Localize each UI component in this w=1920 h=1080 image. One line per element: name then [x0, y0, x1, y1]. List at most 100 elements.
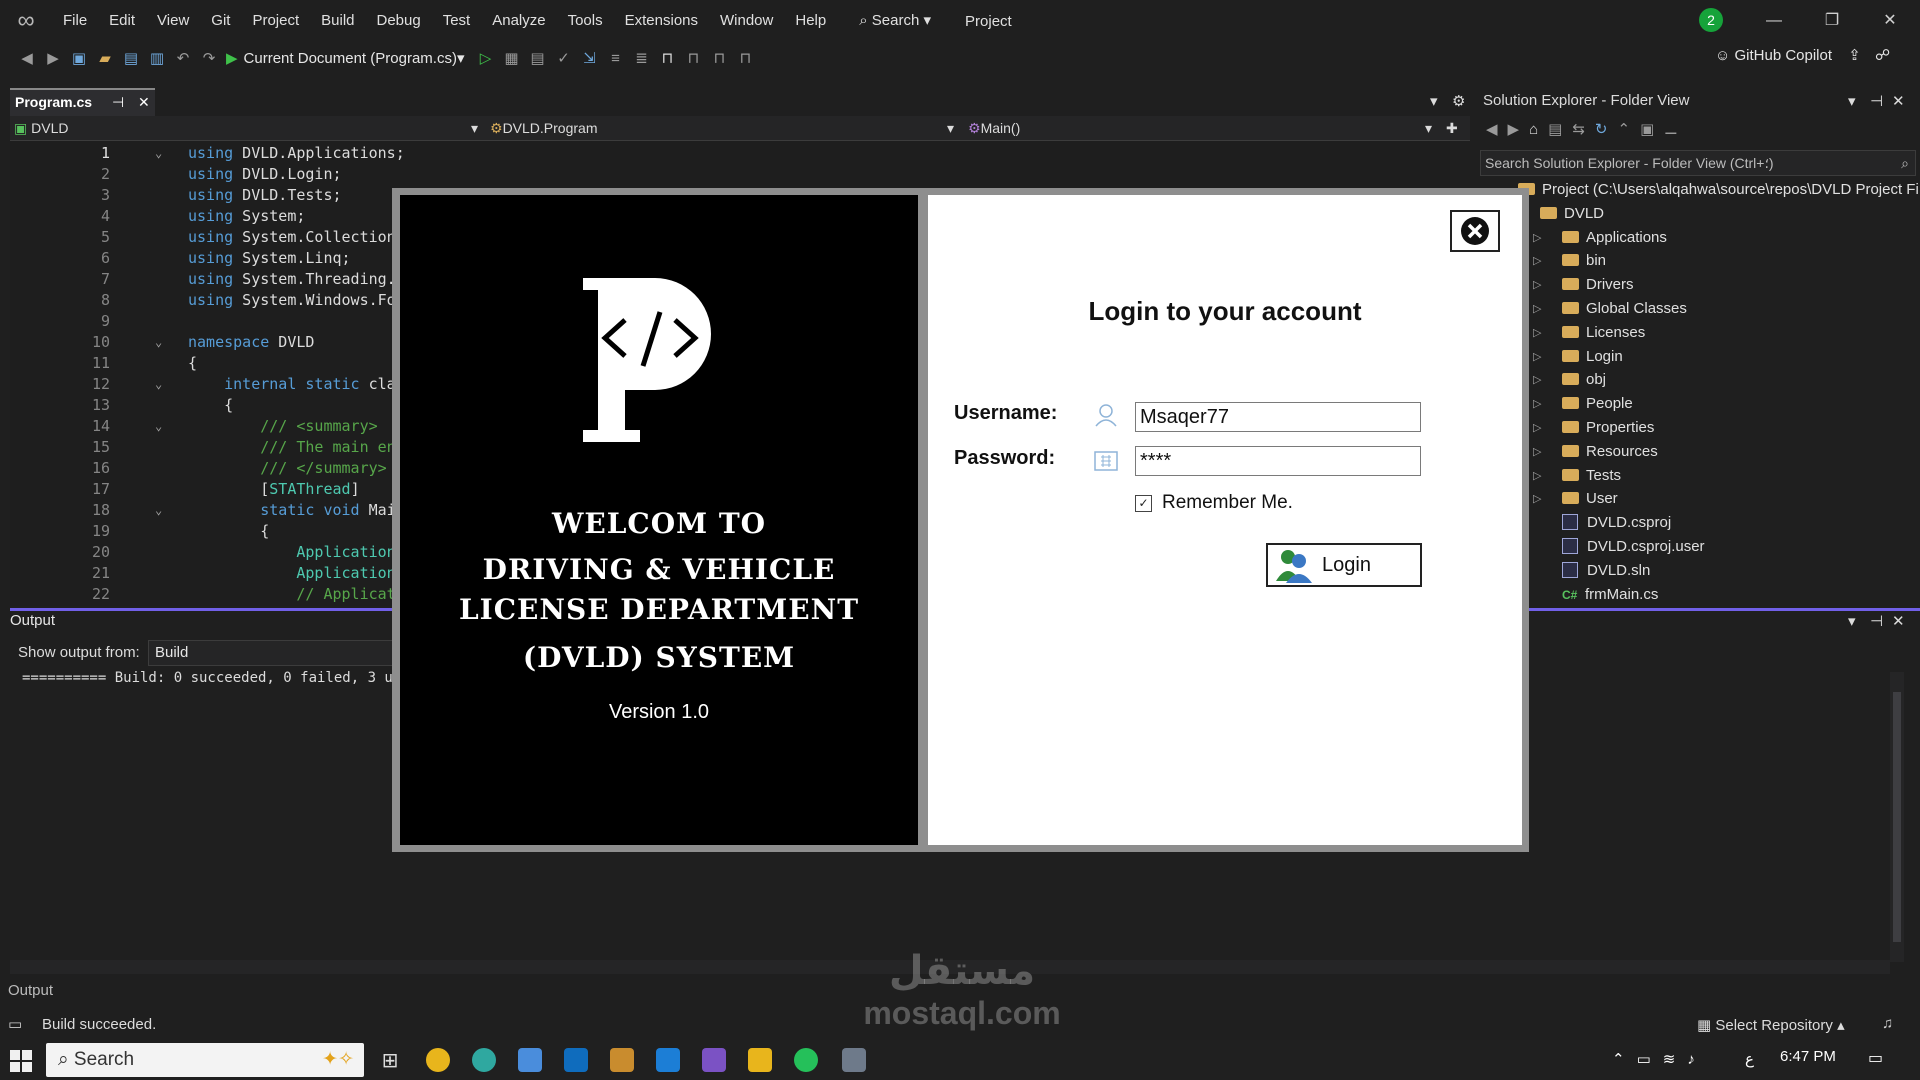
clear-bookmark-icon[interactable]: ⊓ [732, 49, 758, 67]
store-icon[interactable] [518, 1048, 542, 1072]
spell-check-icon[interactable]: ✓ [550, 49, 576, 67]
panel-pin-icon[interactable]: ⊣ [1870, 92, 1883, 110]
visual-studio-icon[interactable] [702, 1048, 726, 1072]
volume-icon[interactable]: ♪ [1687, 1051, 1707, 1068]
input-language[interactable]: ع [1745, 1050, 1754, 1068]
redo-icon[interactable]: ↷ [196, 49, 222, 67]
menu-analyze[interactable]: Analyze [481, 0, 556, 42]
tree-folder[interactable]: obj [1562, 368, 1606, 391]
sync-icon[interactable]: ⇆ [1572, 121, 1595, 138]
username-input[interactable]: Msaqer77 [1135, 402, 1421, 432]
tree-folder[interactable]: People [1562, 392, 1633, 415]
collapse-all-icon[interactable]: ⌃ [1618, 121, 1641, 138]
back-icon[interactable]: ◀ [1486, 121, 1508, 138]
tree-file[interactable]: DVLD.sln [1562, 559, 1650, 582]
whatsapp-icon[interactable] [794, 1048, 818, 1072]
menu-git[interactable]: Git [200, 0, 241, 42]
select-repository-button[interactable]: ▦ Select Repository ▴ [1697, 1016, 1845, 1034]
expand-arrow-icon[interactable]: ▷ [1533, 278, 1541, 291]
menu-window[interactable]: Window [709, 0, 784, 42]
refresh-icon[interactable]: ↻ [1595, 121, 1618, 138]
minimize-icon[interactable]: — [1745, 0, 1803, 42]
output-vertical-scrollbar[interactable] [1890, 672, 1904, 962]
expand-arrow-icon[interactable]: ▷ [1533, 231, 1541, 244]
tree-folder[interactable]: User [1562, 487, 1618, 510]
menu-extensions[interactable]: Extensions [614, 0, 709, 42]
class-dropdown[interactable]: ⚙DVLD.Program ▾ [490, 116, 960, 140]
pin-tab-icon[interactable]: ⊣ [112, 94, 124, 110]
login-button[interactable]: Login [1266, 543, 1422, 587]
expand-arrow-icon[interactable]: ▷ [1533, 492, 1541, 505]
taskbar-clock[interactable]: 6:47 PM [1780, 1048, 1836, 1065]
tree-file[interactable]: DVLD.csproj [1562, 511, 1671, 534]
member-dropdown[interactable]: ⚙Main() ▾ [968, 116, 1438, 140]
expand-arrow-icon[interactable]: ▷ [1533, 326, 1541, 339]
account-badge[interactable]: 2 [1699, 8, 1723, 32]
share-icon[interactable]: ⇪ [1848, 47, 1861, 64]
uncomment-icon[interactable]: ≣ [628, 49, 654, 67]
code-line[interactable]: 1 ⌄ using DVLD.Applications; [10, 143, 1450, 164]
remember-me-checkbox[interactable]: ✓ Remember Me. [1135, 492, 1293, 514]
fold-chevron-icon[interactable]: ⌄ [155, 374, 162, 395]
menu-help[interactable]: Help [784, 0, 837, 42]
taskbar-search-box[interactable]: ⌕ Search ✦✧ [46, 1043, 364, 1077]
expand-arrow-icon[interactable]: ▷ [1533, 350, 1541, 363]
start-debugging-button[interactable]: ▶ Current Document (Program.cs) ▾ [226, 49, 464, 68]
menu-debug[interactable]: Debug [366, 0, 432, 42]
fold-chevron-icon[interactable]: ⌄ [155, 143, 162, 164]
tree-folder[interactable]: bin [1562, 249, 1606, 272]
forward-icon[interactable]: ▶ [1508, 121, 1530, 138]
dvld-app-icon[interactable] [842, 1048, 866, 1072]
tree-root-project[interactable]: Project (C:\Users\alqahwa\source\repos\D… [1518, 178, 1919, 201]
scrollbar-thumb[interactable] [1893, 692, 1901, 942]
prev-bookmark-icon[interactable]: ⊓ [680, 49, 706, 67]
menu-test[interactable]: Test [432, 0, 482, 42]
expand-arrow-icon[interactable]: ▷ [1533, 302, 1541, 315]
properties-icon[interactable]: ⚊ [1664, 121, 1687, 138]
tree-file[interactable]: DVLD.csproj.user [1562, 535, 1705, 558]
checkbox-check-icon[interactable]: ✓ [1135, 494, 1152, 512]
solution-explorer-toolbar[interactable]: ◀▶⌂▤⇆↻⌃▣⚊ [1486, 120, 1688, 138]
menu-build[interactable]: Build [310, 0, 365, 42]
system-tray[interactable]: ⌃▭≋♪ [1612, 1050, 1707, 1068]
menu-view[interactable]: View [146, 0, 200, 42]
expand-arrow-icon[interactable]: ▷ [1533, 373, 1541, 386]
save-icon[interactable]: ▤ [118, 49, 144, 67]
browser-link-icon[interactable]: ▦ [498, 49, 524, 67]
battery-icon[interactable]: ▭ [1637, 1051, 1663, 1068]
task-view-icon[interactable]: ⊞ [378, 1048, 402, 1072]
tree-folder[interactable]: Tests [1562, 464, 1621, 487]
restore-icon[interactable]: ❐ [1803, 0, 1861, 42]
expand-arrow-icon[interactable]: ▷ [1533, 445, 1541, 458]
chrome-icon[interactable] [426, 1048, 450, 1072]
tree-file[interactable]: C# frmMain.cs [1562, 583, 1658, 606]
forward-icon[interactable]: ▶ [40, 49, 66, 67]
bell-icon[interactable]: ♫ [1882, 1015, 1893, 1032]
panel-close-icon[interactable]: ✕ [1892, 92, 1905, 110]
vscode-icon[interactable] [656, 1048, 680, 1072]
home-icon[interactable]: ⌂ [1529, 121, 1548, 138]
step-icon[interactable]: ⇲ [576, 49, 602, 67]
tree-folder-dvld[interactable]: DVLD [1540, 202, 1604, 225]
password-input[interactable]: **** [1135, 446, 1421, 476]
expand-arrow-icon[interactable]: ▷ [1533, 254, 1541, 267]
close-tab-icon[interactable]: ✕ [138, 94, 150, 110]
panel-options-icon[interactable]: ▾ [1848, 92, 1856, 110]
save-all-icon[interactable]: ▥ [144, 49, 170, 67]
split-editor-icon[interactable]: ✚ [1446, 116, 1466, 140]
menu-project[interactable]: Project [241, 0, 310, 42]
back-icon[interactable]: ◀ [14, 49, 40, 67]
code-line[interactable]: 2 using DVLD.Login; [10, 164, 1450, 185]
windows-start-icon[interactable] [10, 1050, 32, 1072]
output-pin-icon[interactable]: ⊣ [1870, 612, 1883, 630]
paint-icon[interactable] [610, 1048, 634, 1072]
fold-chevron-icon[interactable]: ⌄ [155, 416, 162, 437]
output-options-icon[interactable]: ▾ [1848, 612, 1856, 630]
tab-overflow-icon[interactable]: ▾ [1430, 92, 1438, 110]
layout-icon[interactable]: ▤ [524, 49, 550, 67]
fold-chevron-icon[interactable]: ⌄ [155, 332, 162, 353]
fold-chevron-icon[interactable]: ⌄ [155, 500, 162, 521]
feedback-icon[interactable]: ☍ [1875, 47, 1890, 64]
tree-folder[interactable]: Global Classes [1562, 297, 1687, 320]
expand-arrow-icon[interactable]: ▷ [1533, 397, 1541, 410]
